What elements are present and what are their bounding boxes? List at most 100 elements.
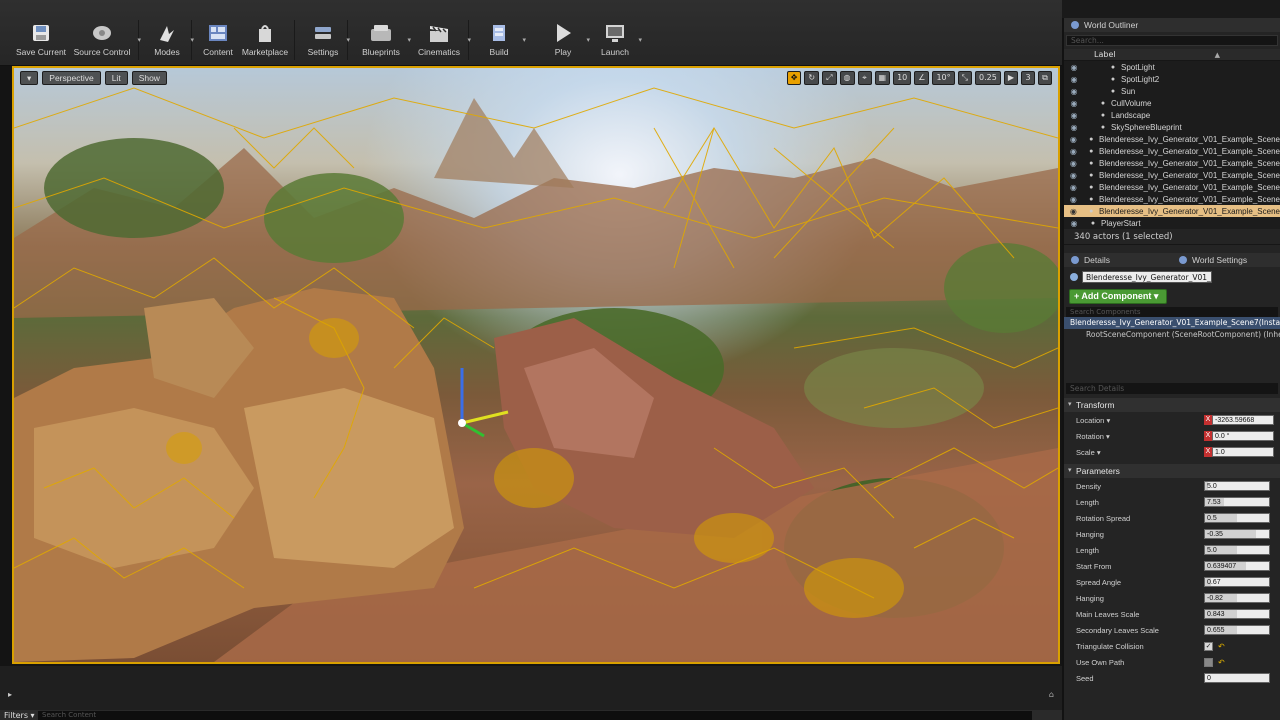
rotation-snap-icon[interactable]: ∠ — [914, 71, 930, 85]
outliner-row[interactable]: ◉ ● SpotLight2 — [1064, 73, 1280, 85]
parameter-slider-field[interactable]: 0.639407 — [1204, 561, 1270, 571]
visibility-eye-icon[interactable]: ◉ — [1064, 147, 1083, 156]
show-button[interactable]: Show — [131, 71, 167, 85]
visibility-eye-icon[interactable]: ◉ — [1064, 207, 1083, 216]
launch-button[interactable]: Launch ▾ — [595, 22, 642, 62]
play-button[interactable]: Play ▾ — [543, 22, 590, 62]
rotation-snap-value[interactable]: 10° — [932, 71, 955, 85]
grid-snap-icon[interactable]: ▦ — [874, 71, 891, 85]
camera-speed-icon[interactable]: ▶ — [1003, 71, 1018, 85]
parameter-label: Length — [1076, 497, 1099, 507]
viewport-menu-button[interactable]: ▾ — [20, 71, 39, 85]
camera-speed-value[interactable]: 3 — [1021, 71, 1035, 85]
blueprints-button[interactable]: Blueprints ▾ — [358, 22, 411, 62]
tab-world-settings[interactable]: World Settings — [1172, 253, 1280, 267]
filters-button[interactable]: Filters ▾ — [0, 711, 38, 720]
visibility-eye-icon[interactable]: ◉ — [1064, 195, 1083, 204]
outliner-row[interactable]: ◉ ● SpotLight — [1064, 61, 1280, 73]
surface-snap-icon[interactable]: ⌖ — [857, 71, 872, 85]
translate-tool-icon[interactable]: ✥ — [786, 71, 802, 85]
parameter-slider-field[interactable]: 0.5 — [1204, 513, 1270, 523]
visibility-eye-icon[interactable]: ◉ — [1064, 135, 1083, 144]
outliner-row[interactable]: ◉ ● PlayerStart — [1064, 217, 1280, 229]
outliner-row[interactable]: ◉ ● SkySphereBlueprint — [1064, 121, 1280, 133]
visibility-eye-icon[interactable]: ◉ — [1064, 63, 1084, 72]
outliner-search-input[interactable]: Search... — [1066, 35, 1278, 46]
reset-to-default-icon[interactable]: ↶ — [1218, 642, 1225, 651]
settings-button[interactable]: Settings ▾ — [303, 22, 350, 62]
visibility-eye-icon[interactable]: ◉ — [1064, 171, 1083, 180]
actor-type-icon: ● — [1089, 135, 1094, 143]
outliner-row[interactable]: ◉ ● Blenderesse_Ivy_Generator_V01_Example_… — [1064, 181, 1280, 193]
visibility-eye-icon[interactable]: ◉ — [1064, 75, 1084, 84]
outliner-row[interactable]: ◉ ● Sun — [1064, 85, 1280, 97]
world-local-icon[interactable]: ◍ — [839, 71, 855, 85]
scale-snap-icon[interactable]: ⤡ — [957, 71, 973, 85]
location-label[interactable]: Location ▾ — [1064, 416, 1204, 425]
search-components-input[interactable]: Search Components — [1066, 307, 1278, 317]
outliner-row[interactable]: ◉ ● Blenderesse_Ivy_Generator_V01_Example_… — [1064, 157, 1280, 169]
add-component-button[interactable]: + Add Component ▾ — [1069, 289, 1167, 304]
rotation-label[interactable]: Rotation ▾ — [1064, 432, 1204, 441]
rotate-tool-icon[interactable]: ↻ — [804, 71, 820, 85]
maximize-viewport-icon[interactable]: ⧉ — [1038, 71, 1052, 85]
search-details-input[interactable]: Search Details — [1066, 383, 1278, 394]
reset-to-default-icon[interactable]: ↶ — [1218, 658, 1225, 667]
right-panel: World Outliner Search... Label ▲ ◉ ● SpotL… — [1062, 18, 1280, 720]
visibility-eye-icon[interactable]: ◉ — [1064, 183, 1083, 192]
search-content-input[interactable]: Search Content — [38, 710, 1032, 720]
cinematics-button[interactable]: Cinematics ▾ — [414, 22, 471, 62]
perspective-button[interactable]: Perspective — [42, 71, 101, 85]
scale-tool-icon[interactable]: ⤢ — [822, 71, 837, 85]
visibility-eye-icon[interactable]: ◉ — [1064, 99, 1084, 108]
tab-world-outliner[interactable]: World Outliner — [1064, 18, 1280, 32]
transform-section-header[interactable]: Transform — [1064, 398, 1280, 412]
component-root-row[interactable]: Blenderesse_Ivy_Generator_V01_Example_Sc… — [1064, 317, 1280, 329]
parameters-section-header[interactable]: Parameters — [1064, 464, 1280, 478]
transform-header-label: Transform — [1076, 400, 1115, 410]
parameter-slider-field[interactable]: 0.67 — [1204, 577, 1270, 587]
triangulate-collision-checkbox[interactable]: ✓ — [1204, 641, 1213, 651]
scale-label[interactable]: Scale ▾ — [1064, 448, 1204, 457]
content-button[interactable]: Content — [198, 22, 238, 62]
parameter-slider-field[interactable]: 0.843 — [1204, 609, 1270, 619]
grid-snap-value[interactable]: 10 — [893, 71, 912, 85]
component-child-row[interactable]: RootSceneComponent (SceneRootComponent) … — [1064, 329, 1280, 341]
seed-field[interactable]: 0 — [1204, 673, 1270, 683]
actor-name-field[interactable]: Blenderesse_Ivy_Generator_V01_Exa — [1082, 271, 1212, 283]
use-own-path-checkbox[interactable] — [1204, 657, 1213, 667]
visibility-eye-icon[interactable]: ◉ — [1064, 123, 1084, 132]
outliner-row[interactable]: ◉ ● Blenderesse_Ivy_Generator_V01_Example_… — [1064, 205, 1280, 217]
lock-icon[interactable]: ⌂ — [1049, 690, 1054, 699]
visibility-eye-icon[interactable]: ◉ — [1064, 159, 1083, 168]
build-button[interactable]: Build ▾ — [479, 22, 526, 62]
outliner-row[interactable]: ◉ ● Blenderesse_Ivy_Generator_V01_Example_… — [1064, 169, 1280, 181]
outliner-row[interactable]: ◉ ● Blenderesse_Ivy_Generator_V01_Example_… — [1064, 193, 1280, 205]
parameter-slider-field[interactable]: 7.53 — [1204, 497, 1270, 507]
visibility-eye-icon[interactable]: ◉ — [1064, 87, 1084, 96]
modes-button[interactable]: Modes ▾ — [147, 22, 194, 62]
scale-snap-value[interactable]: 0.25 — [975, 71, 1001, 85]
save-current-button[interactable]: Save Current — [14, 22, 68, 62]
outliner-row[interactable]: ◉ ● CullVolume — [1064, 97, 1280, 109]
parameter-slider-field[interactable]: 5.0 — [1204, 481, 1270, 491]
level-viewport[interactable]: ▾ Perspective Lit Show ✥ ↻ ⤢ ◍ ⌖ ▦ 10 ∠ … — [12, 66, 1060, 664]
visibility-eye-icon[interactable]: ◉ — [1064, 219, 1084, 228]
parameter-slider-field[interactable]: -0.35 — [1204, 529, 1270, 539]
outliner-row[interactable]: ◉ ● Landscape — [1064, 109, 1280, 121]
outliner-row[interactable]: ◉ ● Blenderesse_Ivy_Generator_V01_Example_… — [1064, 133, 1280, 145]
tab-details[interactable]: Details — [1064, 253, 1172, 267]
marketplace-button[interactable]: Marketplace — [240, 22, 290, 62]
rotation-x-field[interactable]: 0.0 ° — [1212, 431, 1274, 441]
parameter-slider-field[interactable]: 0.655 — [1204, 625, 1270, 635]
scale-x-field[interactable]: 1.0 — [1212, 447, 1274, 457]
outliner-row[interactable]: ◉ ● Blenderesse_Ivy_Generator_V01_Example_… — [1064, 145, 1280, 157]
parameter-slider-field[interactable]: 5.0 — [1204, 545, 1270, 555]
visibility-eye-icon[interactable]: ◉ — [1064, 111, 1084, 120]
outliner-column-header[interactable]: Label ▲ — [1064, 49, 1280, 61]
parameter-slider-field[interactable]: -0.82 — [1204, 593, 1270, 603]
source-control-button[interactable]: Source Control ▾ — [70, 22, 141, 62]
lit-button[interactable]: Lit — [104, 71, 128, 85]
location-x-field[interactable]: -3263.59668 — [1212, 415, 1274, 425]
sources-toggle-icon[interactable]: ▸ — [8, 690, 12, 699]
